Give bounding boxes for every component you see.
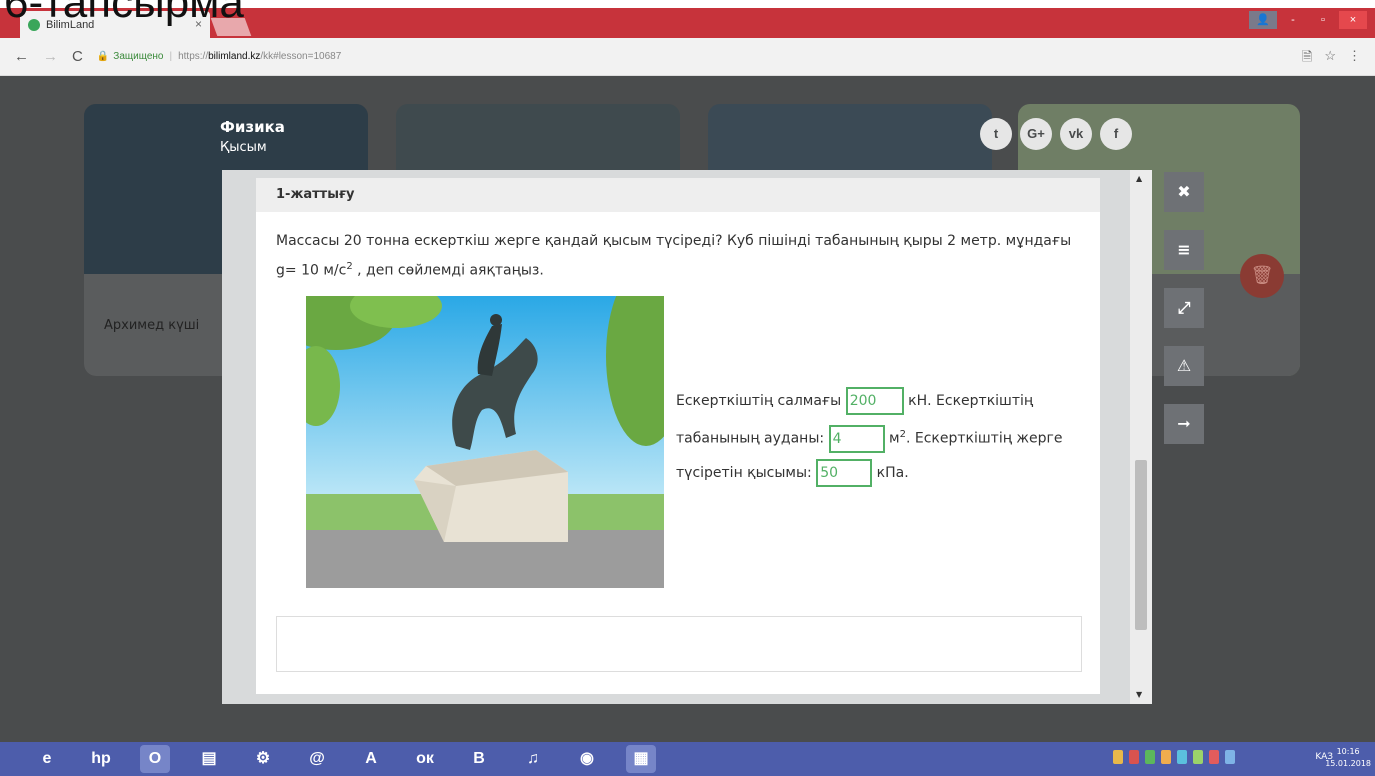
- tray-icon[interactable]: [1209, 750, 1219, 764]
- tray-icon[interactable]: [1225, 750, 1235, 764]
- file-explorer-icon[interactable]: ▤: [194, 745, 224, 773]
- tray-icon[interactable]: [1177, 750, 1187, 764]
- card-topic-subtitle: Қысым: [220, 140, 267, 155]
- tray-icon[interactable]: [1161, 750, 1171, 764]
- tray-icon[interactable]: [1193, 750, 1203, 764]
- url-path: /kk#lesson=10687: [260, 51, 342, 62]
- card-subject-title: Физика: [220, 118, 285, 136]
- scroll-up-icon[interactable]: ▲: [1136, 174, 1142, 183]
- clock-time: 10:16: [1336, 747, 1360, 756]
- hp-icon[interactable]: hp: [86, 745, 116, 773]
- answer-text-3: м: [884, 430, 900, 447]
- area-answer-input[interactable]: 4: [828, 424, 885, 453]
- arrow-right-icon[interactable]: ➞: [1164, 404, 1204, 444]
- menu-dots-icon[interactable]: ⋮: [1348, 48, 1361, 70]
- vk-app-icon[interactable]: B: [464, 745, 494, 773]
- modal-side-toolbar: ✖ ≡ ⤢ ⚠ ➞: [1164, 172, 1204, 444]
- address-bar: ← → C 🔒 Защищено | https:// bilimland.kz…: [0, 38, 1375, 76]
- exercise-title: 1-жаттығу: [256, 178, 1100, 212]
- clock[interactable]: 10:16 15.01.2018: [1325, 746, 1371, 770]
- bookmark-star-icon[interactable]: ☆: [1324, 48, 1336, 70]
- social-share-bar: t G+ vk f: [980, 118, 1132, 150]
- toolbar-right: 🗎 ☆ ⋮: [1302, 48, 1361, 70]
- menu-icon[interactable]: ≡: [1164, 230, 1204, 270]
- facebook-icon[interactable]: f: [1100, 118, 1132, 150]
- feedback-area: [276, 616, 1082, 672]
- page-background: Физика Қысым Архимед күші 🗑 t G+ vk f 1-…: [0, 76, 1375, 742]
- window-controls: 👤 - ▫ ×: [1249, 11, 1367, 29]
- modal-content: 1-жаттығу Массасы 20 тонна ескерткіш жер…: [256, 178, 1100, 694]
- chrome-icon[interactable]: O: [140, 745, 170, 773]
- minimize-button[interactable]: -: [1279, 11, 1307, 29]
- question-text: Массасы 20 тонна ескерткіш жерге қандай …: [276, 228, 1086, 284]
- clock-date: 15.01.2018: [1325, 759, 1371, 768]
- answer-sentence: Ескерткіштің салмағы 200 кН. Ескерткішті…: [676, 384, 1096, 490]
- answer-text-1: Ескерткіштің салмағы: [676, 393, 846, 409]
- mail-icon[interactable]: @: [302, 745, 332, 773]
- modal-scrollbar[interactable]: ▲ ▼: [1130, 170, 1152, 704]
- lock-icon: 🔒: [96, 51, 110, 62]
- exercise-modal: 1-жаттығу Массасы 20 тонна ескерткіш жер…: [222, 170, 1152, 704]
- fullscreen-icon[interactable]: ⤢: [1164, 288, 1204, 328]
- close-icon[interactable]: ✖: [1164, 172, 1204, 212]
- tray-icon[interactable]: [1145, 750, 1155, 764]
- back-button[interactable]: ←: [14, 48, 29, 65]
- secure-label: Защищено: [113, 51, 164, 62]
- maximize-button[interactable]: ▫: [1309, 11, 1337, 29]
- app-a-icon[interactable]: A: [356, 745, 386, 773]
- url-domain: bilimland.kz: [208, 51, 261, 62]
- slide-heading: 6-тапсырма: [4, 0, 244, 27]
- answer-text-5: кПа.: [872, 464, 909, 481]
- music-icon[interactable]: ♫: [518, 745, 548, 773]
- url-scheme: https://: [178, 51, 209, 62]
- trash-icon[interactable]: 🗑: [1240, 254, 1284, 298]
- windows-taskbar: e hp O ▤ ⚙ @ A ок B ♫ ◉ ▦ KAЗ 10:16 15.0…: [0, 742, 1375, 776]
- url-field[interactable]: 🔒 Защищено | https:// bilimland.kz /kk#l…: [97, 51, 341, 62]
- tray-icon[interactable]: [1129, 750, 1139, 764]
- tray-icon[interactable]: [1113, 750, 1123, 764]
- presentation-icon[interactable]: ▦: [626, 745, 656, 773]
- url-separator: |: [169, 51, 173, 62]
- user-profile-icon[interactable]: 👤: [1249, 11, 1277, 29]
- reload-button[interactable]: C: [72, 48, 83, 65]
- vk-icon[interactable]: vk: [1060, 118, 1092, 150]
- scroll-thumb[interactable]: [1135, 460, 1147, 630]
- system-tray: [1113, 750, 1235, 764]
- firefox-icon[interactable]: ◉: [572, 745, 602, 773]
- close-window-button[interactable]: ×: [1339, 11, 1367, 29]
- monument-illustration: [306, 296, 664, 588]
- warning-icon[interactable]: ⚠: [1164, 346, 1204, 386]
- googleplus-icon[interactable]: G+: [1020, 118, 1052, 150]
- scroll-down-icon[interactable]: ▼: [1136, 690, 1142, 699]
- question-part2: , деп сөйлемді аяқтаңыз.: [352, 262, 544, 279]
- weight-answer-input[interactable]: 200: [845, 387, 904, 415]
- pressure-answer-input[interactable]: 50: [816, 458, 873, 487]
- forward-button[interactable]: →: [43, 48, 58, 65]
- translate-icon[interactable]: 🗎: [1302, 48, 1312, 70]
- twitter-icon[interactable]: t: [980, 118, 1012, 150]
- ie-icon[interactable]: e: [32, 745, 62, 773]
- card-lesson-label: Архимед күші: [104, 318, 200, 333]
- odnoklassniki-icon[interactable]: ок: [410, 745, 440, 773]
- settings-icon[interactable]: ⚙: [248, 745, 278, 773]
